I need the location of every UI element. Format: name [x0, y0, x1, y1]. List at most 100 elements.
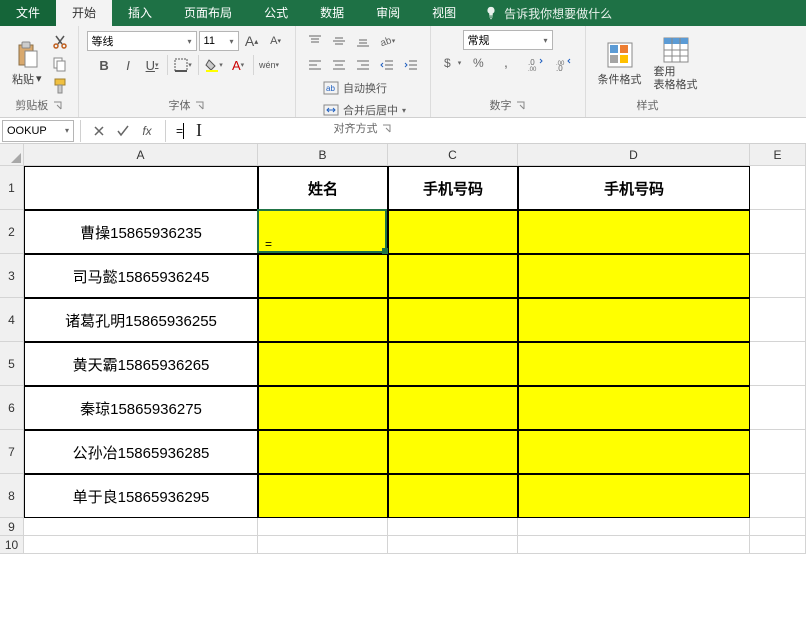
currency-button[interactable]: $▾	[439, 52, 465, 74]
cell-D3[interactable]	[518, 254, 750, 298]
cell-E4[interactable]	[750, 298, 806, 342]
row-header-10[interactable]: 10	[0, 536, 24, 554]
fx-icon[interactable]: fx	[135, 124, 159, 138]
cell-C2[interactable]	[388, 210, 518, 254]
cell-C7[interactable]	[388, 430, 518, 474]
cell-D1[interactable]: 手机号码	[518, 166, 750, 210]
cell-D7[interactable]	[518, 430, 750, 474]
row-header-5[interactable]: 5	[0, 342, 24, 386]
cell-D2[interactable]	[518, 210, 750, 254]
italic-button[interactable]: I	[117, 54, 139, 76]
decrease-font-button[interactable]: A▾	[265, 30, 287, 52]
row-header-9[interactable]: 9	[0, 518, 24, 536]
cell-E8[interactable]	[750, 474, 806, 518]
tab-home[interactable]: 开始	[56, 0, 112, 26]
cell-A8[interactable]: 单于良15865936295	[24, 474, 258, 518]
row-header-4[interactable]: 4	[0, 298, 24, 342]
col-header-C[interactable]: C	[388, 144, 518, 166]
cell-B9[interactable]	[258, 518, 388, 536]
format-table-button[interactable]: 套用 表格格式	[650, 34, 702, 92]
confirm-formula-button[interactable]	[111, 120, 135, 142]
align-left-button[interactable]	[304, 54, 326, 76]
cell-E7[interactable]	[750, 430, 806, 474]
cell-C10[interactable]	[388, 536, 518, 554]
col-header-B[interactable]: B	[258, 144, 388, 166]
bold-button[interactable]: B	[93, 54, 115, 76]
name-box[interactable]: OOKUP▾	[2, 120, 74, 142]
cell-C1[interactable]: 手机号码	[388, 166, 518, 210]
decrease-indent-button[interactable]	[376, 54, 398, 76]
cell-E9[interactable]	[750, 518, 806, 536]
cancel-formula-button[interactable]	[87, 120, 111, 142]
cell-C6[interactable]	[388, 386, 518, 430]
format-painter-button[interactable]	[50, 77, 70, 95]
cell-D6[interactable]	[518, 386, 750, 430]
cell-D4[interactable]	[518, 298, 750, 342]
pinyin-button[interactable]: wén▾	[258, 54, 280, 76]
cell-B10[interactable]	[258, 536, 388, 554]
align-top-button[interactable]	[304, 30, 326, 52]
comma-button[interactable]: ,	[495, 52, 521, 74]
cell-A1[interactable]	[24, 166, 258, 210]
tab-review[interactable]: 审阅	[360, 0, 416, 26]
cell-B1[interactable]: 姓名	[258, 166, 388, 210]
font-name-select[interactable]: 等线▾	[87, 31, 197, 51]
col-header-D[interactable]: D	[518, 144, 750, 166]
tell-me-search[interactable]: 告诉我你想要做什么	[472, 5, 624, 22]
align-center-button[interactable]	[328, 54, 350, 76]
cell-D9[interactable]	[518, 518, 750, 536]
cell-C9[interactable]	[388, 518, 518, 536]
fill-color-button[interactable]: ▾	[203, 54, 225, 76]
cell-E6[interactable]	[750, 386, 806, 430]
cell-D8[interactable]	[518, 474, 750, 518]
cell-B4[interactable]	[258, 298, 388, 342]
cell-A2[interactable]: 曹操15865936235	[24, 210, 258, 254]
decrease-decimal-button[interactable]: .00.0	[551, 52, 577, 74]
font-color-button[interactable]: A▾	[227, 54, 249, 76]
cell-E5[interactable]	[750, 342, 806, 386]
tab-insert[interactable]: 插入	[112, 0, 168, 26]
cells-area[interactable]: 姓名手机号码手机号码曹操15865936235=司马懿15865936245诸葛…	[24, 166, 806, 554]
cell-A4[interactable]: 诸葛孔明15865936255	[24, 298, 258, 342]
percent-button[interactable]: %	[467, 52, 493, 74]
orientation-button[interactable]: ab▾	[376, 30, 398, 52]
conditional-format-button[interactable]: 条件格式	[594, 39, 646, 89]
cell-E2[interactable]	[750, 210, 806, 254]
tab-page-layout[interactable]: 页面布局	[168, 0, 248, 26]
cell-A5[interactable]: 黄天霸15865936265	[24, 342, 258, 386]
cell-A6[interactable]: 秦琼15865936275	[24, 386, 258, 430]
cell-C5[interactable]	[388, 342, 518, 386]
col-header-E[interactable]: E	[750, 144, 806, 166]
tab-formulas[interactable]: 公式	[248, 0, 304, 26]
cell-B3[interactable]	[258, 254, 388, 298]
tab-data[interactable]: 数据	[304, 0, 360, 26]
cell-E3[interactable]	[750, 254, 806, 298]
tab-view[interactable]: 视图	[416, 0, 472, 26]
increase-decimal-button[interactable]: .0.00	[523, 52, 549, 74]
border-button[interactable]: ▾	[172, 54, 194, 76]
cell-E10[interactable]	[750, 536, 806, 554]
select-all-corner[interactable]	[0, 144, 24, 166]
cell-A10[interactable]	[24, 536, 258, 554]
number-format-select[interactable]: 常规▾	[463, 30, 553, 50]
cell-B8[interactable]	[258, 474, 388, 518]
font-size-select[interactable]: 11▾	[199, 31, 239, 51]
row-header-6[interactable]: 6	[0, 386, 24, 430]
cell-B2[interactable]: =	[258, 210, 388, 254]
cell-D10[interactable]	[518, 536, 750, 554]
cell-C8[interactable]	[388, 474, 518, 518]
increase-indent-button[interactable]	[400, 54, 422, 76]
paste-button[interactable]: 粘贴▾	[8, 39, 46, 89]
col-header-A[interactable]: A	[24, 144, 258, 166]
cell-A9[interactable]	[24, 518, 258, 536]
increase-font-button[interactable]: A▴	[241, 30, 263, 52]
cell-C3[interactable]	[388, 254, 518, 298]
row-header-8[interactable]: 8	[0, 474, 24, 518]
cell-B7[interactable]	[258, 430, 388, 474]
row-header-2[interactable]: 2	[0, 210, 24, 254]
cell-A3[interactable]: 司马懿15865936245	[24, 254, 258, 298]
cell-B5[interactable]	[258, 342, 388, 386]
tab-file[interactable]: 文件	[0, 0, 56, 26]
row-header-7[interactable]: 7	[0, 430, 24, 474]
wrap-text-button[interactable]: ab自动换行	[317, 78, 412, 98]
